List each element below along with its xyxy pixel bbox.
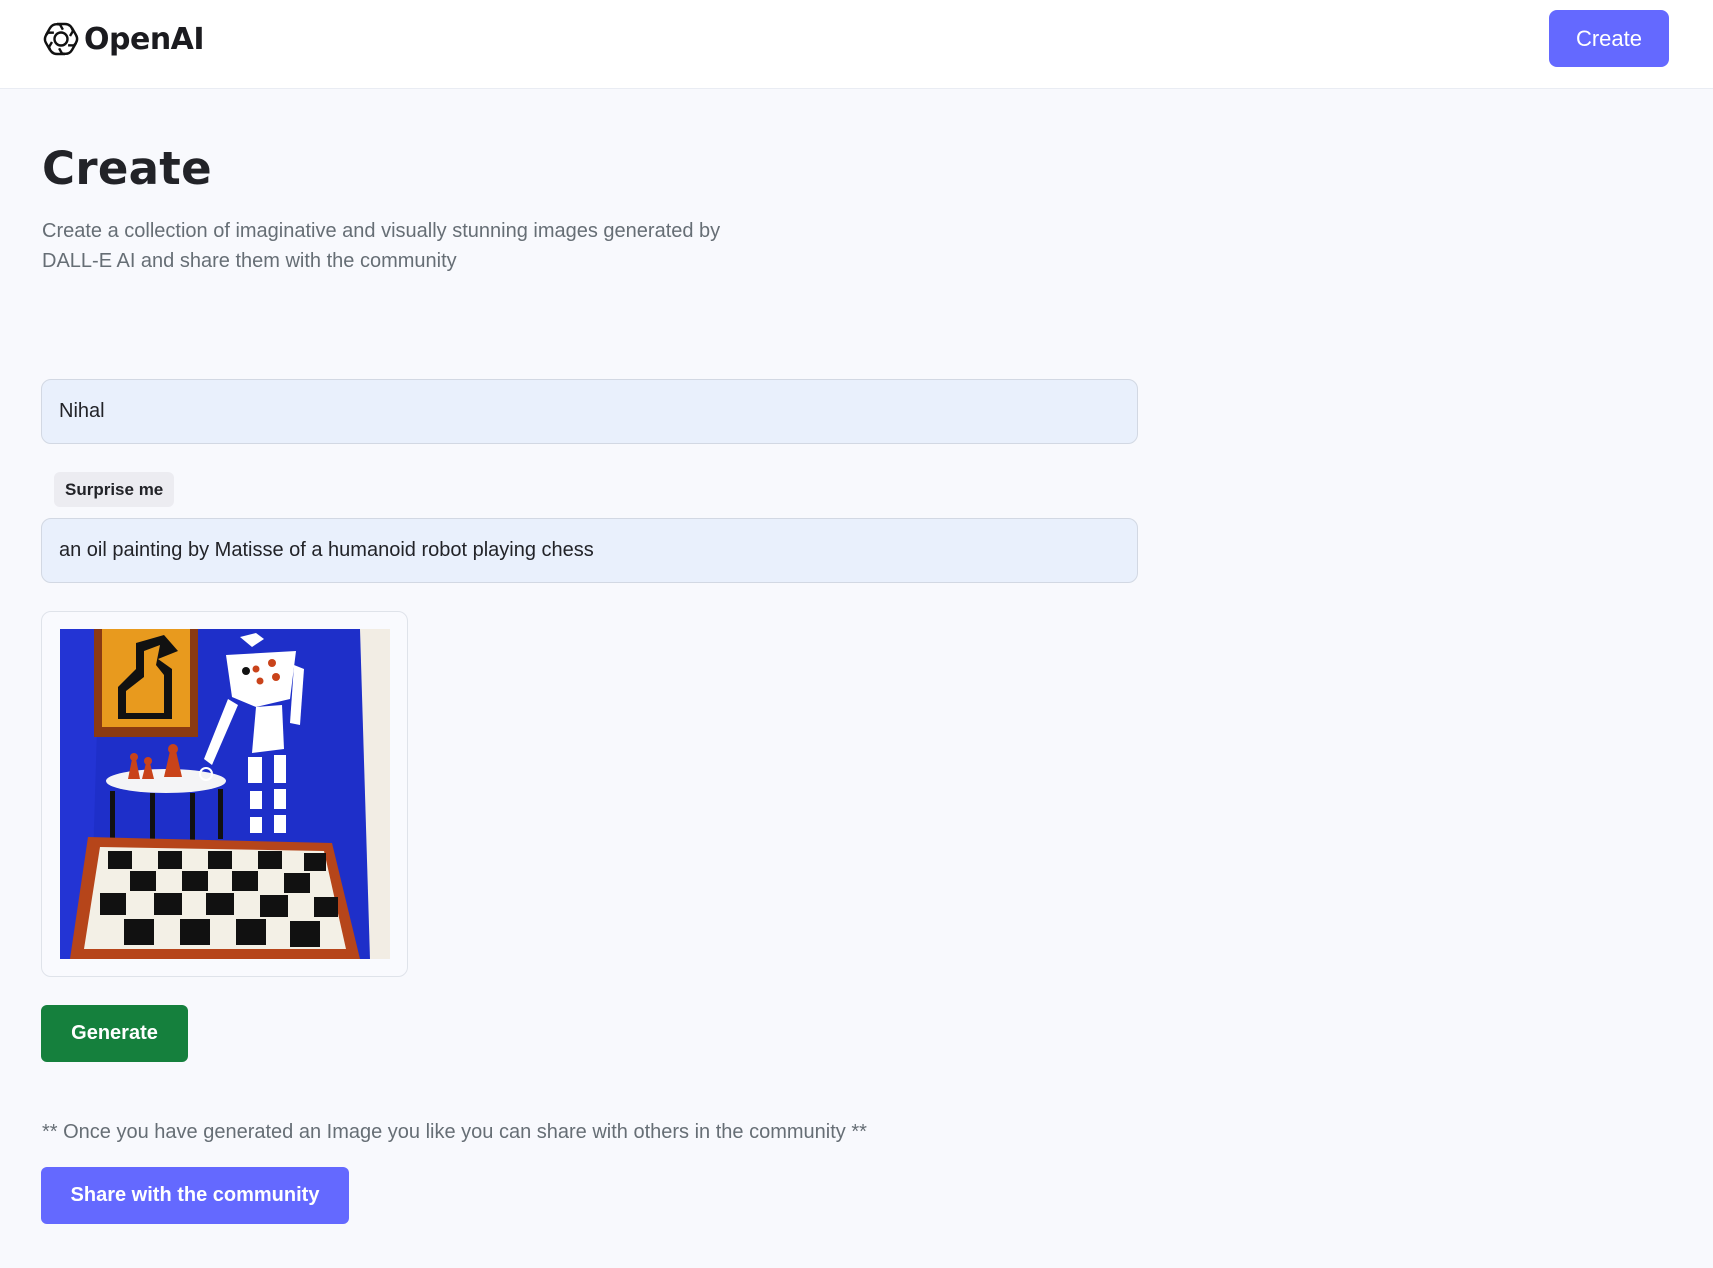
- name-input[interactable]: [41, 379, 1138, 444]
- share-note: ** Once you have generated an Image you …: [42, 1121, 867, 1143]
- surprise-me-button[interactable]: Surprise me: [54, 472, 175, 507]
- generated-image: [60, 629, 390, 959]
- generate-button[interactable]: Generate: [41, 1005, 188, 1062]
- logo-text: OpenAI: [84, 21, 205, 57]
- openai-logo[interactable]: OpenAI: [41, 17, 205, 61]
- top-navbar: OpenAI Create: [0, 0, 1713, 89]
- page-title: Create: [42, 142, 212, 195]
- prompt-input[interactable]: [41, 518, 1138, 583]
- page-subtitle: Create a collection of imaginative and v…: [42, 220, 721, 272]
- openai-logo-icon: [43, 22, 79, 56]
- image-preview-card: [41, 611, 408, 977]
- create-nav-button[interactable]: Create: [1549, 10, 1669, 67]
- share-with-community-button[interactable]: Share with the community: [41, 1167, 349, 1224]
